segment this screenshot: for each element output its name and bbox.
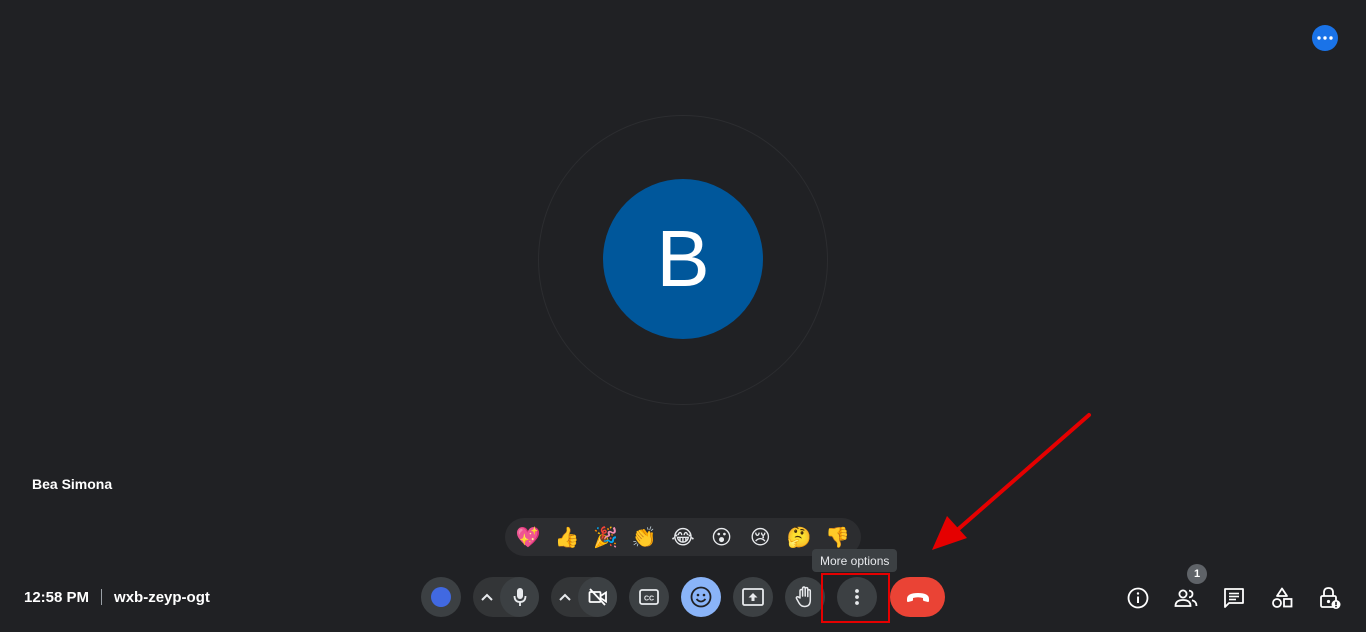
meeting-code: wxb-zeyp-ogt bbox=[114, 588, 210, 606]
activities-icon bbox=[1272, 587, 1293, 608]
svg-text:CC: CC bbox=[644, 596, 654, 603]
activities-button[interactable] bbox=[1269, 585, 1295, 611]
participant-avatar: B bbox=[603, 179, 763, 339]
chevron-up-icon bbox=[558, 593, 571, 601]
end-call-button[interactable] bbox=[890, 577, 945, 617]
annotation-arrow bbox=[932, 413, 1091, 550]
raise-hand-button[interactable] bbox=[785, 577, 825, 617]
more-options-highlight bbox=[821, 573, 890, 623]
top-more-button[interactable] bbox=[1312, 25, 1338, 51]
video-settings-toggle[interactable] bbox=[551, 577, 578, 617]
clapping-hands-emoji[interactable]: 👏 bbox=[627, 520, 661, 554]
microphone-button[interactable] bbox=[500, 577, 539, 617]
present-screen-icon bbox=[742, 588, 764, 606]
more-horizontal-icon bbox=[1317, 36, 1333, 40]
audio-control-group bbox=[473, 577, 539, 617]
captions-button[interactable]: CC bbox=[629, 577, 669, 617]
sad-emoji[interactable]: 😢 bbox=[743, 520, 777, 554]
camera-off-icon bbox=[588, 588, 607, 606]
emoji-icon bbox=[690, 586, 712, 608]
meeting-info-divider bbox=[101, 589, 103, 605]
microphone-icon bbox=[513, 588, 526, 606]
info-icon bbox=[1127, 587, 1149, 609]
end-call-icon bbox=[906, 593, 929, 602]
effects-dot-icon bbox=[431, 587, 451, 607]
surprised-emoji[interactable]: 😮 bbox=[705, 520, 739, 554]
raise-hand-icon bbox=[795, 586, 812, 608]
captions-icon: CC bbox=[639, 589, 659, 605]
audio-settings-toggle[interactable] bbox=[473, 577, 500, 617]
people-icon bbox=[1174, 589, 1198, 607]
reactions-bar: 💖 👍 🎉 👏 😂 😮 😢 🤔 👎 bbox=[505, 518, 861, 556]
video-control-group bbox=[551, 577, 617, 617]
present-button[interactable] bbox=[733, 577, 773, 617]
camera-button[interactable] bbox=[578, 577, 617, 617]
reactions-button[interactable] bbox=[681, 577, 721, 617]
chat-icon bbox=[1224, 588, 1244, 608]
meeting-info: 12:58 PM wxb-zeyp-ogt bbox=[24, 588, 210, 606]
thinking-emoji[interactable]: 🤔 bbox=[782, 520, 816, 554]
more-options-tooltip: More options bbox=[812, 549, 898, 572]
laughing-emoji[interactable]: 😂 bbox=[666, 520, 700, 554]
participant-name: Bea Simona bbox=[32, 476, 113, 492]
meeting-details-button[interactable] bbox=[1125, 585, 1151, 611]
people-button[interactable] bbox=[1173, 585, 1199, 611]
meeting-time: 12:58 PM bbox=[24, 588, 90, 606]
host-controls-icon bbox=[1320, 587, 1341, 609]
host-controls-button[interactable] bbox=[1317, 585, 1343, 611]
effects-button[interactable] bbox=[421, 577, 461, 617]
thumbs-up-emoji[interactable]: 👍 bbox=[550, 520, 584, 554]
chat-button[interactable] bbox=[1221, 585, 1247, 611]
people-count-badge: 1 bbox=[1187, 564, 1207, 584]
party-popper-emoji[interactable]: 🎉 bbox=[589, 520, 623, 554]
heart-emoji[interactable]: 💖 bbox=[511, 520, 545, 554]
chevron-up-icon bbox=[480, 593, 493, 601]
